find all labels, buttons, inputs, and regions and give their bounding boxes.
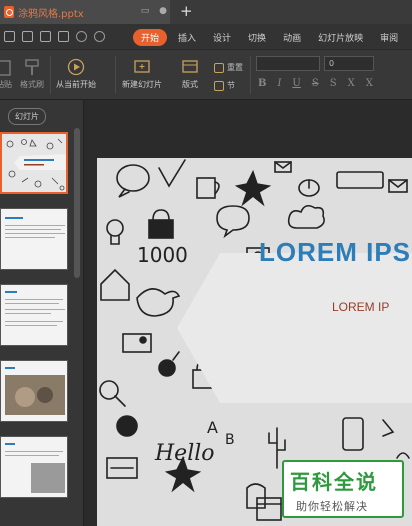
paste-icon: [0, 60, 11, 76]
undo-icon[interactable]: [76, 31, 87, 42]
reset-label: 重置: [227, 63, 243, 72]
format-painter-button[interactable]: 格式刷: [20, 58, 44, 90]
font-name-select[interactable]: [256, 56, 320, 71]
watermark-title: 百科全说: [290, 470, 378, 494]
save-icon[interactable]: [4, 31, 15, 42]
superscript-icon[interactable]: X: [348, 78, 355, 89]
play-icon: [67, 58, 85, 76]
slide-thumbnail-panel: 幻灯片: [0, 100, 84, 526]
watermark-logo: 百科全说 助你轻松解决: [282, 460, 404, 518]
paste-label: 粘贴: [0, 80, 12, 89]
photo-slide-thumbnail: [5, 367, 65, 415]
new-slide-button[interactable]: 新建幻灯片: [122, 58, 162, 90]
menu-home[interactable]: 开始: [133, 29, 168, 46]
paste-button[interactable]: 粘贴: [0, 58, 14, 90]
tab-slides[interactable]: 幻灯片: [8, 108, 46, 125]
quick-access-toolbar: [4, 31, 105, 42]
layout-label: 版式: [182, 80, 198, 89]
reset-button[interactable]: 重置: [214, 62, 243, 73]
slide-thumbnail-3[interactable]: [0, 284, 68, 346]
section-icon: [214, 80, 224, 91]
svg-text:A: A: [207, 418, 218, 437]
thumbnail-scrollbar[interactable]: [74, 128, 80, 278]
print-icon[interactable]: [40, 31, 51, 42]
layout-button[interactable]: 版式: [180, 58, 200, 90]
subscript-icon[interactable]: X: [366, 78, 373, 89]
document-tab-title: 涂鸦风格.pptx: [18, 8, 84, 20]
menu-insert[interactable]: 插入: [172, 29, 202, 46]
bold-icon[interactable]: B: [258, 78, 266, 89]
new-slide-label: 新建幻灯片: [122, 80, 162, 89]
slide-title[interactable]: LOREM IPS: [259, 237, 411, 268]
format-painter-icon: [25, 59, 39, 75]
doodle-thumbnail: [2, 134, 66, 192]
redo-icon[interactable]: [94, 31, 105, 42]
menu-slideshow[interactable]: 幻灯片放映: [312, 29, 369, 46]
presentation-file-icon: [4, 6, 14, 18]
export-pdf-icon[interactable]: [22, 31, 33, 42]
slide-thumbnail-5[interactable]: [0, 436, 68, 498]
menu-bar: 开始 插入 设计 切换 动画 幻灯片放映 审阅: [0, 24, 412, 50]
svg-text:B: B: [225, 432, 235, 448]
title-bar: 涂鸦风格.pptx ▭ ● +: [0, 0, 412, 24]
slide-thumbnail-2[interactable]: [0, 208, 68, 270]
menu-design[interactable]: 设计: [207, 29, 237, 46]
print-preview-icon[interactable]: [58, 31, 69, 42]
text-slide-thumbnail: [5, 217, 65, 238]
title-banner[interactable]: [177, 253, 412, 403]
italic-icon[interactable]: I: [277, 78, 281, 89]
play-from-current-label: 从当前开始: [56, 80, 96, 89]
menu-review[interactable]: 审阅: [374, 29, 404, 46]
svg-text:1000: 1000: [137, 243, 188, 267]
slide-thumbnail-4[interactable]: [0, 360, 68, 422]
slide-thumbnail-1[interactable]: [0, 132, 68, 194]
reset-icon: [214, 62, 224, 73]
shadow-icon[interactable]: S: [330, 78, 337, 89]
text-slide-thumbnail: [5, 291, 65, 326]
menu-animations[interactable]: 动画: [277, 29, 307, 46]
new-slide-icon: [134, 60, 150, 73]
play-from-current-button[interactable]: 从当前开始: [56, 58, 96, 90]
display-icon[interactable]: ▭: [140, 6, 150, 16]
strikethrough-icon[interactable]: S: [312, 78, 319, 89]
section-label: 节: [227, 81, 235, 90]
close-tab-icon[interactable]: ●: [158, 6, 168, 16]
new-tab-icon[interactable]: +: [180, 2, 193, 20]
menu-transitions[interactable]: 切换: [242, 29, 272, 46]
slide-subtitle[interactable]: LOREM IP: [332, 300, 389, 314]
watermark-subtitle: 助你轻松解决: [296, 500, 368, 513]
font-size-select[interactable]: 0: [324, 56, 374, 71]
section-button[interactable]: 节: [214, 80, 235, 91]
ribbon-toolbar: 粘贴 格式刷 从当前开始 新建幻灯片 版式 重置 节 0 B I U S S X…: [0, 50, 412, 100]
layout-icon: [182, 60, 198, 73]
format-painter-label: 格式刷: [20, 80, 44, 89]
text-slide-thumbnail: [5, 443, 65, 493]
underline-icon[interactable]: U: [292, 78, 300, 89]
